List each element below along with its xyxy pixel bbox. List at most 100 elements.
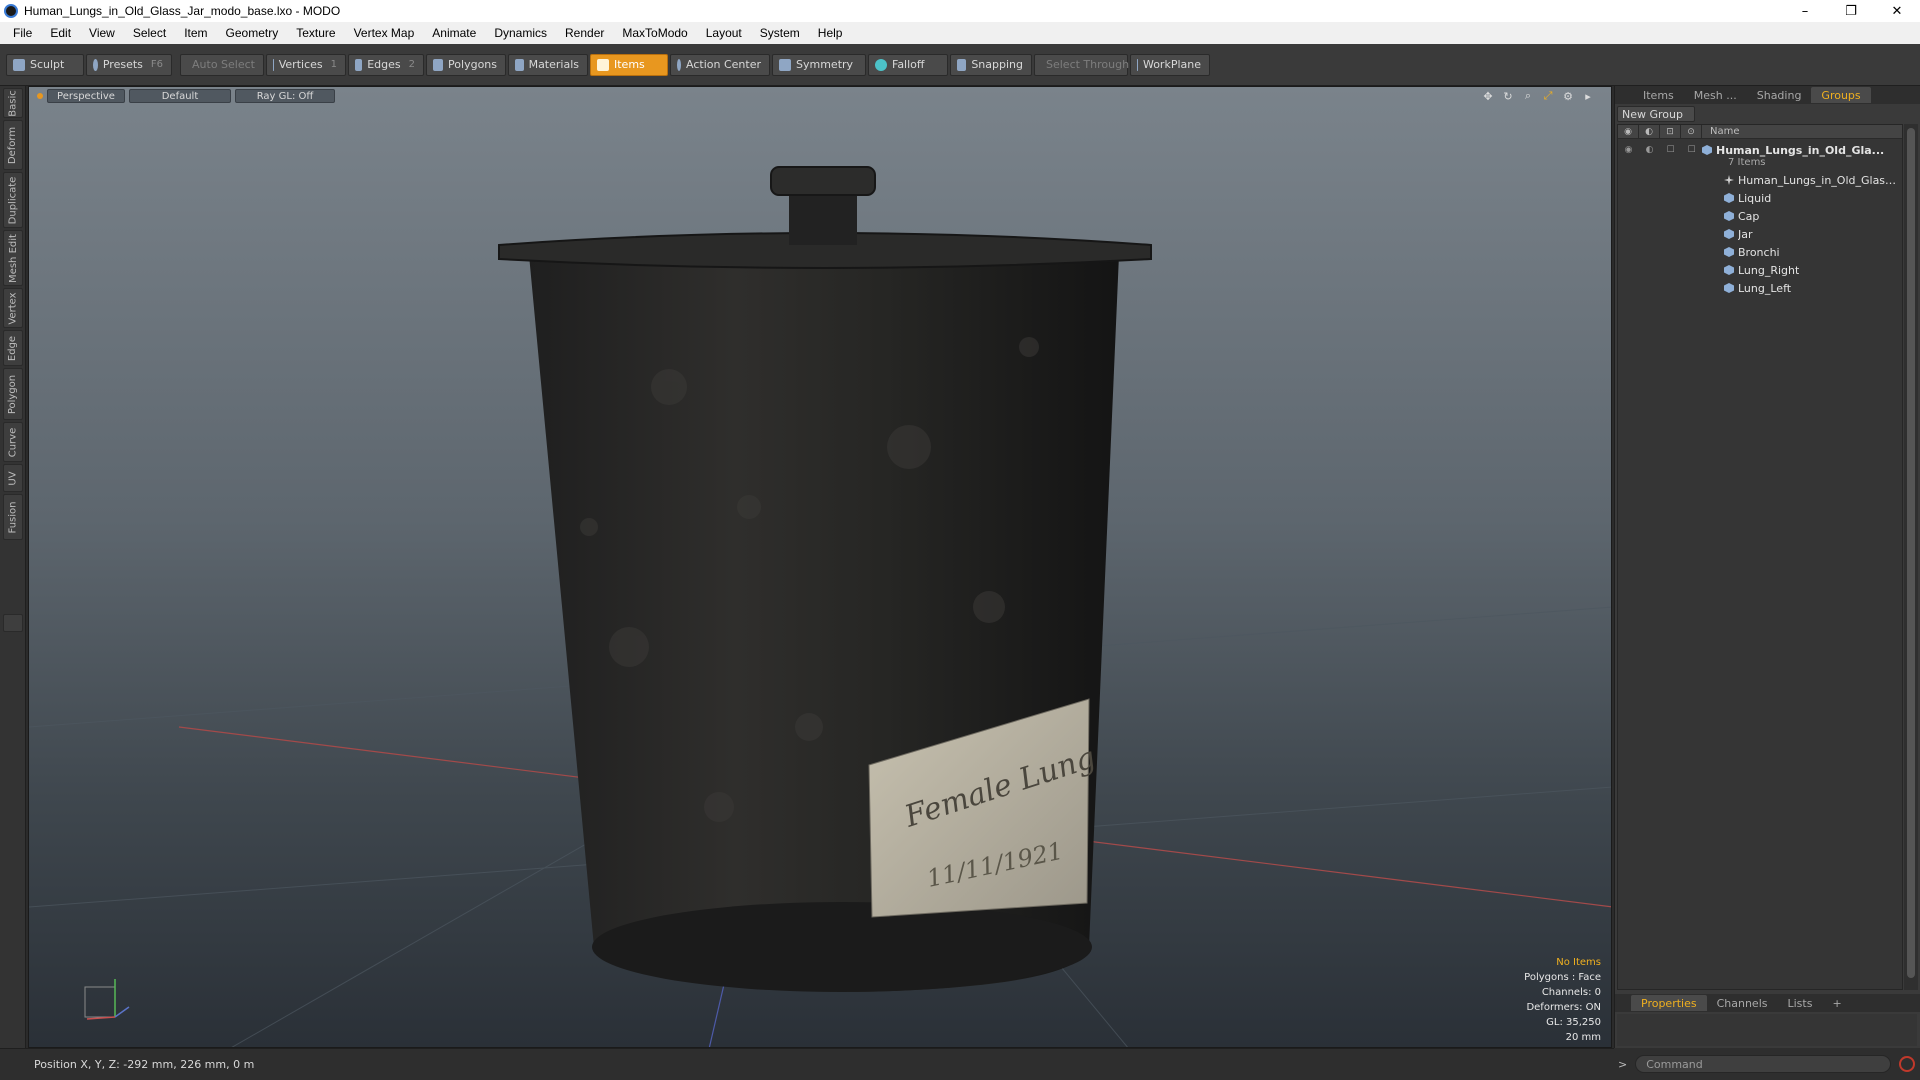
vertices-button[interactable]: Vertices 1 — [266, 53, 346, 76]
minimize-button[interactable]: – — [1782, 0, 1828, 22]
snapping-button[interactable]: Snapping — [950, 53, 1032, 76]
tab-mesh-edit-label: Mesh Edit — [7, 233, 19, 283]
menu-edit[interactable]: Edit — [41, 26, 80, 40]
menu-vertex-map[interactable]: Vertex Map — [345, 26, 424, 40]
menu-maxtomodo[interactable]: MaxToModo — [613, 26, 696, 40]
brush-icon — [13, 58, 25, 71]
viewport-info: No Items Polygons : Face Channels: 0 Def… — [1524, 955, 1601, 1045]
items-button[interactable]: Items — [590, 53, 668, 76]
tab-uv[interactable]: UV — [3, 464, 23, 492]
materials-icon — [515, 58, 524, 71]
scrollbar-thumb[interactable] — [1907, 128, 1915, 978]
polygons-button[interactable]: Polygons — [426, 53, 506, 76]
menu-help[interactable]: Help — [809, 26, 852, 40]
tab-vertex[interactable]: Vertex — [3, 288, 23, 328]
menu-animate[interactable]: Animate — [423, 26, 485, 40]
tree-child-row[interactable]: Bronchi — [1618, 243, 1902, 261]
child-name: Jar — [1738, 227, 1753, 241]
tab-properties[interactable]: Properties — [1631, 995, 1707, 1011]
tab-basic-label: Basic — [7, 89, 19, 117]
raygl-toggle[interactable]: Ray GL: Off — [235, 89, 335, 103]
menu-dynamics[interactable]: Dynamics — [485, 26, 556, 40]
tab-groups[interactable]: Groups — [1811, 87, 1871, 103]
tab-edge[interactable]: Edge — [3, 330, 23, 366]
menu-item[interactable]: Item — [175, 26, 216, 40]
locator-icon — [1724, 175, 1734, 185]
stop-icon[interactable] — [1899, 1056, 1916, 1072]
view-mode-dropdown[interactable]: Perspective — [47, 89, 125, 103]
menu-select[interactable]: Select — [124, 26, 175, 40]
lock-icon[interactable]: ⊡ — [1660, 124, 1681, 139]
tree-child-row[interactable]: Lung_Right — [1618, 261, 1902, 279]
tab-channels[interactable]: Channels — [1707, 995, 1778, 1011]
sculpt-button[interactable]: Sculpt — [6, 53, 84, 76]
info-scale: 20 mm — [1565, 1032, 1601, 1043]
presets-button[interactable]: Presets F6 — [86, 53, 172, 76]
materials-button[interactable]: Materials — [508, 53, 588, 76]
menu-texture[interactable]: Texture — [287, 26, 344, 40]
vertices-label: Vertices — [278, 58, 323, 71]
select-icon[interactable]: ⊙ — [1681, 124, 1702, 139]
expand-arrow-icon[interactable]: ▸ — [1581, 89, 1595, 103]
tree-child-row[interactable]: Lung_Left — [1618, 279, 1902, 297]
presets-label: Presets — [102, 58, 143, 71]
edges-button[interactable]: Edges 2 — [348, 53, 424, 76]
3d-viewport[interactable]: Female Lung 11/11/1921 Perspective Defau… — [28, 86, 1612, 1048]
tab-mesh[interactable]: Mesh ... — [1684, 87, 1747, 103]
tab-polygon-label: Polygon — [7, 374, 19, 414]
restore-button[interactable]: ❐ — [1828, 0, 1874, 22]
magnet-icon — [957, 58, 967, 71]
tab-basic[interactable]: Basic — [3, 88, 23, 118]
fit-view-icon[interactable]: ⤢ — [1541, 89, 1555, 103]
select-through-button[interactable]: Select Through — [1034, 53, 1129, 76]
menu-system[interactable]: System — [751, 26, 809, 40]
tab-polygon[interactable]: Polygon — [3, 368, 23, 420]
tab-curve[interactable]: Curve — [3, 422, 23, 462]
info-polygons: Polygons : Face — [1524, 972, 1601, 983]
workplane-icon — [1137, 58, 1138, 71]
tree-child-row[interactable]: Cap — [1618, 207, 1902, 225]
presets-icon — [93, 58, 98, 71]
vertices-icon — [273, 58, 274, 71]
materials-label: Materials — [528, 58, 579, 71]
tab-lists[interactable]: Lists — [1778, 995, 1823, 1011]
mesh-icon — [1724, 193, 1734, 203]
menu-layout[interactable]: Layout — [697, 26, 751, 40]
tab-shading[interactable]: Shading — [1747, 87, 1812, 103]
close-button[interactable]: ✕ — [1874, 0, 1920, 22]
menu-geometry[interactable]: Geometry — [217, 26, 288, 40]
command-input[interactable]: Command — [1635, 1055, 1892, 1073]
shading-dropdown[interactable]: Default — [129, 89, 231, 103]
tab-edge-label: Edge — [7, 335, 19, 361]
tab-fusion[interactable]: Fusion — [3, 494, 23, 540]
move-view-icon[interactable]: ✥ — [1481, 89, 1495, 103]
workplane-button[interactable]: WorkPlane — [1130, 53, 1210, 76]
menu-view[interactable]: View — [80, 26, 124, 40]
tree-scrollbar[interactable] — [1904, 124, 1918, 990]
zoom-view-icon[interactable]: ⌕ — [1521, 89, 1535, 103]
menu-file[interactable]: File — [4, 26, 41, 40]
action-center-label: Action Center — [686, 58, 761, 71]
new-group-button[interactable]: New Group — [1617, 106, 1695, 122]
auto-select-button[interactable]: Auto Select — [180, 53, 264, 76]
render-icon[interactable]: ◐ — [1639, 124, 1660, 139]
tree-child-row[interactable]: Human_Lungs_in_Old_Glass... — [1618, 171, 1902, 189]
tab-items[interactable]: Items — [1633, 87, 1684, 103]
left-panel-toggle[interactable] — [3, 614, 23, 632]
tab-deform[interactable]: Deform — [3, 120, 23, 170]
axis-gizmo — [84, 979, 130, 1020]
tree-child-row[interactable]: Liquid — [1618, 189, 1902, 207]
tab-duplicate[interactable]: Duplicate — [3, 172, 23, 228]
settings-gear-icon[interactable]: ⚙ — [1561, 89, 1575, 103]
falloff-button[interactable]: Falloff — [868, 53, 948, 76]
child-name: Bronchi — [1738, 245, 1780, 259]
symmetry-button[interactable]: Symmetry — [772, 53, 866, 76]
tree-child-row[interactable]: Jar — [1618, 225, 1902, 243]
viewport-status-dot — [37, 93, 43, 99]
action-center-button[interactable]: Action Center — [670, 53, 770, 76]
add-tab-button[interactable]: + — [1822, 995, 1851, 1011]
rotate-view-icon[interactable]: ↻ — [1501, 89, 1515, 103]
menu-render[interactable]: Render — [556, 26, 613, 40]
visibility-eye-icon[interactable]: ◉ — [1618, 124, 1639, 139]
tab-mesh-edit[interactable]: Mesh Edit — [3, 230, 23, 286]
